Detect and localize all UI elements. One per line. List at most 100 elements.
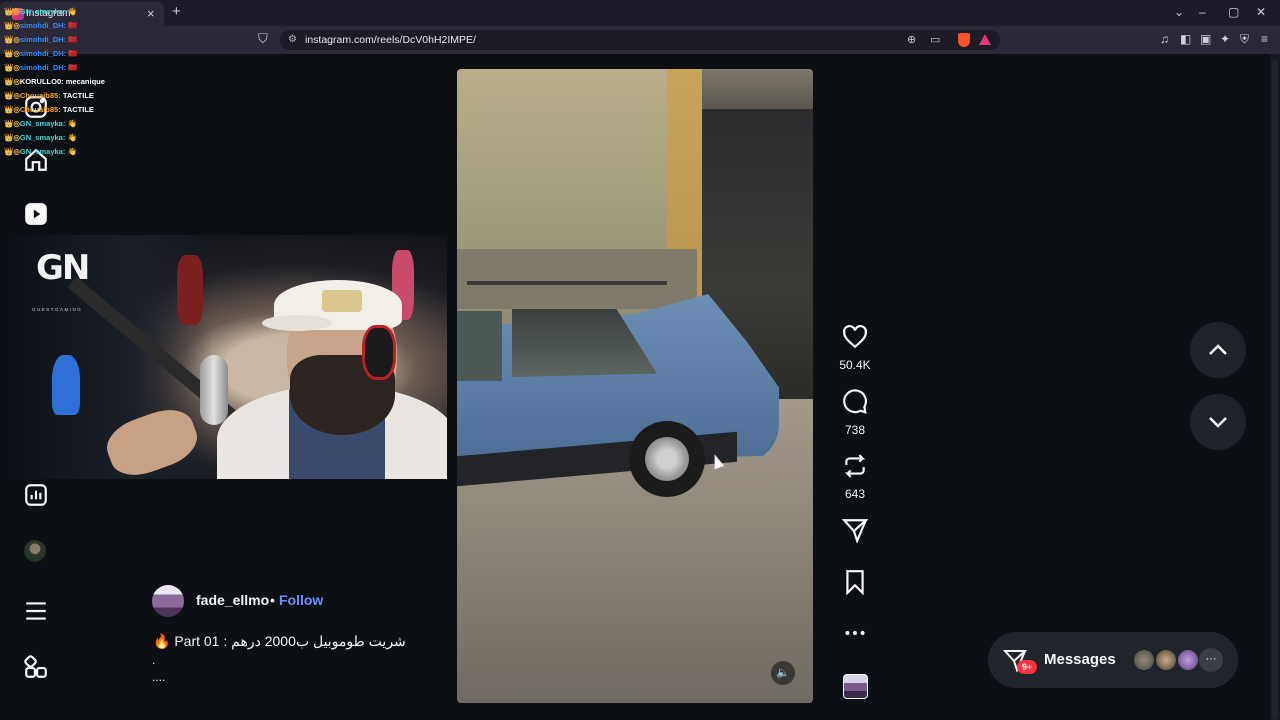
vpn-icon[interactable]: ⛨ — [1240, 32, 1249, 47]
cast-icon[interactable]: ▭ — [930, 33, 940, 46]
comment-button[interactable]: 738 — [838, 389, 872, 437]
brave-rewards-icon[interactable] — [979, 34, 991, 45]
repost-button[interactable]: 643 — [838, 453, 872, 501]
chat-line: 👑◎KORULLO0: mecanique — [4, 75, 164, 89]
chat-line: 👑◎simohdi_DH: 🇲🇦 — [4, 19, 164, 33]
chat-username: simohdi_DH: — [19, 35, 67, 44]
send-icon — [841, 519, 869, 544]
cap-badge — [322, 290, 362, 312]
car-hubcap — [645, 437, 689, 481]
like-button[interactable]: 50.4K — [838, 324, 872, 372]
author-avatar[interactable] — [152, 585, 184, 617]
chat-badge-icon: 👑◎ — [4, 105, 20, 114]
chat-line: 👑◎Chouaib85: TACTILE — [4, 103, 164, 117]
chat-message: TACTILE — [62, 91, 94, 100]
bookmark-icon[interactable]: ⛉ — [258, 31, 268, 47]
maximize-button[interactable]: ▢ — [1228, 5, 1239, 19]
chat-username: simohdi_DH: — [19, 21, 67, 30]
chat-message: 🇲🇦 — [68, 35, 78, 44]
chat-message: mecanique — [65, 77, 105, 86]
zoom-icon[interactable]: ⊕ — [907, 33, 916, 46]
next-reel-button[interactable] — [1190, 394, 1246, 450]
caption-line: . — [152, 653, 156, 667]
profile-avatar[interactable] — [24, 540, 46, 562]
page-scrollbar[interactable] — [1270, 54, 1280, 720]
chat-line: 👑◎Chouaib85: TACTILE — [4, 89, 164, 103]
chat-badge-icon: 👑◎ — [4, 147, 20, 156]
chat-badge-icon: 👑◎ — [4, 49, 20, 58]
insights-icon[interactable] — [23, 482, 49, 508]
chat-message: 🇲🇦 — [68, 63, 78, 72]
chat-badge-icon: 👑◎ — [4, 35, 20, 44]
chat-message: 👋 — [67, 119, 77, 128]
chevron-down-icon — [1209, 417, 1227, 428]
site-info-icon[interactable]: ⚙ — [288, 34, 297, 45]
more-conversations-button[interactable]: ··· — [1199, 648, 1223, 672]
address-bar[interactable]: ⚙ instagram.com/reels/DcV0hH2IMPE/ ⊕ ▭ — [280, 30, 1000, 50]
new-tab-button[interactable]: + — [172, 3, 181, 20]
apps-grid-icon[interactable] — [23, 654, 49, 680]
repost-icon — [844, 454, 866, 478]
url-text[interactable]: instagram.com/reels/DcV0hH2IMPE/ — [305, 34, 476, 46]
reels-icon[interactable] — [23, 201, 49, 227]
leo-ai-icon[interactable]: ✦ — [1220, 32, 1230, 46]
heart-icon — [843, 324, 867, 349]
message-avatar[interactable] — [1132, 648, 1156, 672]
chat-message: 🇲🇦 — [68, 49, 78, 58]
wallet-icon[interactable]: ▣ — [1200, 32, 1211, 46]
comment-icon — [843, 389, 867, 414]
sidebar-icon[interactable]: ◧ — [1180, 32, 1191, 46]
stream-logo-subtext: GUESTGAMING — [32, 307, 83, 312]
video-lower-wall — [457, 249, 697, 309]
message-avatar[interactable] — [1154, 648, 1178, 672]
chat-message: TACTILE — [62, 105, 94, 114]
chat-line: 👑◎GN_smayka: 👋 — [4, 131, 164, 145]
microphone-icon — [200, 355, 228, 425]
message-avatar[interactable] — [1176, 648, 1200, 672]
chat-badge-icon: 👑◎ — [4, 21, 20, 30]
save-button[interactable] — [838, 569, 872, 600]
previous-reel-button[interactable] — [1190, 322, 1246, 378]
follow-button[interactable]: Follow — [279, 592, 323, 608]
media-icon[interactable]: ♫ — [1160, 32, 1169, 46]
chat-line: 👑◎GN_smayka: 👋 — [4, 5, 164, 19]
chat-badge-icon: 👑◎ — [4, 91, 20, 100]
streamer-cap-brim — [262, 315, 332, 331]
chat-line: 👑◎GN_smayka: 👋 — [4, 117, 164, 131]
headset-icon — [362, 325, 396, 380]
chat-badge-icon: 👑◎ — [4, 133, 20, 142]
reel-video[interactable]: 🔈 — [457, 69, 813, 703]
share-button[interactable] — [838, 517, 872, 548]
messages-button[interactable]: 9+ Messages ··· — [988, 632, 1238, 688]
more-options-button[interactable] — [838, 620, 872, 651]
messages-label: Messages — [1044, 651, 1116, 668]
author-username[interactable]: fade_ellmo — [196, 592, 269, 608]
hamburger-menu-icon[interactable] — [23, 598, 49, 624]
caption-line: .... — [152, 670, 166, 684]
more-dots-icon — [845, 631, 865, 635]
reel-caption[interactable]: 🔥 Part 01 : شريت طوموبيل ب2000 درهم — [153, 633, 406, 650]
bookmark-icon — [846, 570, 864, 596]
window-close-button[interactable]: ✕ — [1256, 5, 1266, 19]
chat-username: Chouaib85: — [19, 105, 61, 114]
tab-list-chevron-icon[interactable]: ⌄ — [1174, 5, 1184, 19]
chat-username: simohdi_DH: — [19, 63, 67, 72]
chat-username: GN_smayka: — [19, 7, 66, 16]
browser-menu-icon[interactable]: ≡ — [1261, 32, 1268, 46]
browser-tabbar: Instagram × + ⌄ – ▢ ✕ — [0, 0, 1280, 26]
chat-username: GN_smayka: — [19, 119, 66, 128]
chat-username: KORULLO0: — [19, 77, 64, 86]
chat-username: simohdi_DH: — [19, 49, 67, 58]
car-rear-window — [457, 311, 502, 381]
chat-line: 👑◎simohdi_DH: 🇲🇦 — [4, 47, 164, 61]
audio-toggle-icon[interactable]: 🔈 — [771, 661, 795, 685]
webcam-figurine — [52, 355, 80, 415]
scroll-thumb[interactable] — [1272, 60, 1278, 720]
chat-username: Chouaib85: — [19, 91, 61, 100]
chat-message: 👋 — [67, 147, 77, 156]
comment-count: 738 — [844, 423, 866, 437]
audio-owner-thumbnail[interactable] — [843, 674, 868, 699]
minimize-button[interactable]: – — [1199, 5, 1206, 19]
brave-shield-icon[interactable] — [958, 33, 970, 47]
car-roof-rack — [467, 281, 667, 285]
